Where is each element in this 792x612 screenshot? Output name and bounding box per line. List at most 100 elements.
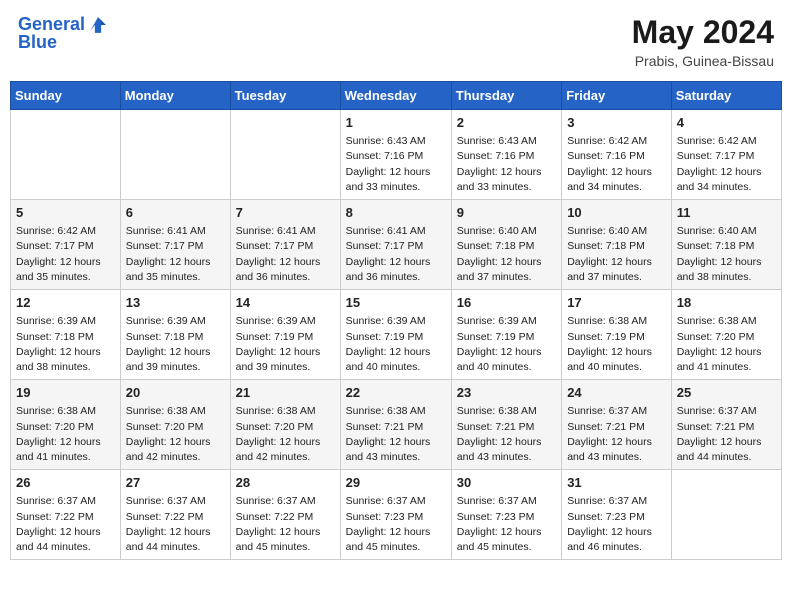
weekday-header: Tuesday: [230, 82, 340, 110]
day-info: Sunrise: 6:38 AM Sunset: 7:21 PM Dayligh…: [457, 404, 556, 465]
day-number: 15: [346, 294, 446, 312]
day-info: Sunrise: 6:37 AM Sunset: 7:21 PM Dayligh…: [567, 404, 666, 465]
calendar-week-row: 12 Sunrise: 6:39 AM Sunset: 7:18 PM Dayli…: [11, 290, 782, 380]
calendar-cell: 5 Sunrise: 6:42 AM Sunset: 7:17 PM Daylig…: [11, 200, 121, 290]
calendar-cell: 30 Sunrise: 6:37 AM Sunset: 7:23 PM Dayli…: [451, 470, 561, 560]
calendar-week-row: 5 Sunrise: 6:42 AM Sunset: 7:17 PM Daylig…: [11, 200, 782, 290]
day-number: 6: [126, 204, 225, 222]
day-info: Sunrise: 6:42 AM Sunset: 7:17 PM Dayligh…: [677, 134, 776, 195]
day-info: Sunrise: 6:38 AM Sunset: 7:19 PM Dayligh…: [567, 314, 666, 375]
month-year: May 2024: [632, 14, 774, 51]
day-number: 30: [457, 474, 556, 492]
day-number: 12: [16, 294, 115, 312]
calendar-cell: 28 Sunrise: 6:37 AM Sunset: 7:22 PM Dayli…: [230, 470, 340, 560]
day-number: 7: [236, 204, 335, 222]
day-info: Sunrise: 6:39 AM Sunset: 7:19 PM Dayligh…: [457, 314, 556, 375]
day-number: 26: [16, 474, 115, 492]
day-number: 8: [346, 204, 446, 222]
day-number: 16: [457, 294, 556, 312]
day-info: Sunrise: 6:40 AM Sunset: 7:18 PM Dayligh…: [567, 224, 666, 285]
calendar-cell: 1Sunrise: 6:43 AM Sunset: 7:16 PM Daylig…: [340, 110, 451, 200]
calendar-cell: 8 Sunrise: 6:41 AM Sunset: 7:17 PM Daylig…: [340, 200, 451, 290]
calendar-cell: 23Sunrise: 6:38 AM Sunset: 7:21 PM Dayli…: [451, 380, 561, 470]
day-number: 11: [677, 204, 776, 222]
calendar-cell: 18 Sunrise: 6:38 AM Sunset: 7:20 PM Dayli…: [671, 290, 781, 380]
calendar-week-row: 19 Sunrise: 6:38 AM Sunset: 7:20 PM Dayli…: [11, 380, 782, 470]
calendar-cell: 20Sunrise: 6:38 AM Sunset: 7:20 PM Dayli…: [120, 380, 230, 470]
calendar-cell: 13 Sunrise: 6:39 AM Sunset: 7:18 PM Dayli…: [120, 290, 230, 380]
calendar-cell: 6 Sunrise: 6:41 AM Sunset: 7:17 PM Daylig…: [120, 200, 230, 290]
day-info: Sunrise: 6:39 AM Sunset: 7:19 PM Dayligh…: [346, 314, 446, 375]
weekday-header: Saturday: [671, 82, 781, 110]
day-number: 18: [677, 294, 776, 312]
weekday-header: Sunday: [11, 82, 121, 110]
calendar-cell: 14 Sunrise: 6:39 AM Sunset: 7:19 PM Dayli…: [230, 290, 340, 380]
day-info: Sunrise: 6:41 AM Sunset: 7:17 PM Dayligh…: [346, 224, 446, 285]
day-info: Sunrise: 6:38 AM Sunset: 7:20 PM Dayligh…: [16, 404, 115, 465]
day-number: 5: [16, 204, 115, 222]
calendar-cell: 9 Sunrise: 6:40 AM Sunset: 7:18 PM Daylig…: [451, 200, 561, 290]
day-info: Sunrise: 6:42 AM Sunset: 7:17 PM Dayligh…: [16, 224, 115, 285]
calendar-cell: 7 Sunrise: 6:41 AM Sunset: 7:17 PM Daylig…: [230, 200, 340, 290]
calendar-cell: [230, 110, 340, 200]
day-info: Sunrise: 6:37 AM Sunset: 7:22 PM Dayligh…: [236, 494, 335, 555]
day-info: Sunrise: 6:37 AM Sunset: 7:23 PM Dayligh…: [457, 494, 556, 555]
calendar-cell: 10Sunrise: 6:40 AM Sunset: 7:18 PM Dayli…: [562, 200, 672, 290]
day-number: 13: [126, 294, 225, 312]
day-info: Sunrise: 6:37 AM Sunset: 7:22 PM Dayligh…: [16, 494, 115, 555]
calendar-cell: 11 Sunrise: 6:40 AM Sunset: 7:18 PM Dayli…: [671, 200, 781, 290]
day-info: Sunrise: 6:37 AM Sunset: 7:22 PM Dayligh…: [126, 494, 225, 555]
calendar-cell: 12 Sunrise: 6:39 AM Sunset: 7:18 PM Dayli…: [11, 290, 121, 380]
calendar-cell: 19 Sunrise: 6:38 AM Sunset: 7:20 PM Dayli…: [11, 380, 121, 470]
logo: General Blue: [18, 14, 109, 53]
day-number: 28: [236, 474, 335, 492]
calendar-cell: [120, 110, 230, 200]
day-number: 27: [126, 474, 225, 492]
day-info: Sunrise: 6:38 AM Sunset: 7:20 PM Dayligh…: [236, 404, 335, 465]
day-number: 9: [457, 204, 556, 222]
day-info: Sunrise: 6:37 AM Sunset: 7:23 PM Dayligh…: [567, 494, 666, 555]
day-info: Sunrise: 6:37 AM Sunset: 7:21 PM Dayligh…: [677, 404, 776, 465]
day-number: 24: [567, 384, 666, 402]
calendar-cell: 24 Sunrise: 6:37 AM Sunset: 7:21 PM Dayli…: [562, 380, 672, 470]
calendar-cell: 21Sunrise: 6:38 AM Sunset: 7:20 PM Dayli…: [230, 380, 340, 470]
day-info: Sunrise: 6:39 AM Sunset: 7:19 PM Dayligh…: [236, 314, 335, 375]
logo-icon: [87, 14, 109, 36]
day-number: 29: [346, 474, 446, 492]
title-block: May 2024 Prabis, Guinea-Bissau: [632, 14, 774, 69]
day-info: Sunrise: 6:40 AM Sunset: 7:18 PM Dayligh…: [457, 224, 556, 285]
day-info: Sunrise: 6:41 AM Sunset: 7:17 PM Dayligh…: [126, 224, 225, 285]
day-info: Sunrise: 6:39 AM Sunset: 7:18 PM Dayligh…: [16, 314, 115, 375]
calendar-cell: [671, 470, 781, 560]
calendar-cell: 26 Sunrise: 6:37 AM Sunset: 7:22 PM Dayli…: [11, 470, 121, 560]
day-number: 3: [567, 114, 666, 132]
calendar-cell: 3 Sunrise: 6:42 AM Sunset: 7:16 PM Daylig…: [562, 110, 672, 200]
day-info: Sunrise: 6:39 AM Sunset: 7:18 PM Dayligh…: [126, 314, 225, 375]
day-info: Sunrise: 6:42 AM Sunset: 7:16 PM Dayligh…: [567, 134, 666, 195]
calendar-cell: 22Sunrise: 6:38 AM Sunset: 7:21 PM Dayli…: [340, 380, 451, 470]
day-number: 19: [16, 384, 115, 402]
weekday-header: Monday: [120, 82, 230, 110]
calendar-cell: [11, 110, 121, 200]
day-number: 20: [126, 384, 225, 402]
day-info: Sunrise: 6:37 AM Sunset: 7:23 PM Dayligh…: [346, 494, 446, 555]
calendar-table: SundayMondayTuesdayWednesdayThursdayFrid…: [10, 81, 782, 560]
day-info: Sunrise: 6:41 AM Sunset: 7:17 PM Dayligh…: [236, 224, 335, 285]
page-header: General Blue May 2024 Prabis, Guinea-Bis…: [10, 10, 782, 73]
day-number: 2: [457, 114, 556, 132]
location: Prabis, Guinea-Bissau: [632, 53, 774, 69]
calendar-cell: 17 Sunrise: 6:38 AM Sunset: 7:19 PM Dayli…: [562, 290, 672, 380]
day-info: Sunrise: 6:43 AM Sunset: 7:16 PM Dayligh…: [457, 134, 556, 195]
calendar-cell: 4 Sunrise: 6:42 AM Sunset: 7:17 PM Daylig…: [671, 110, 781, 200]
day-info: Sunrise: 6:40 AM Sunset: 7:18 PM Dayligh…: [677, 224, 776, 285]
calendar-week-row: 1Sunrise: 6:43 AM Sunset: 7:16 PM Daylig…: [11, 110, 782, 200]
calendar-cell: 16 Sunrise: 6:39 AM Sunset: 7:19 PM Dayli…: [451, 290, 561, 380]
day-number: 17: [567, 294, 666, 312]
day-number: 4: [677, 114, 776, 132]
day-number: 25: [677, 384, 776, 402]
calendar-cell: 31 Sunrise: 6:37 AM Sunset: 7:23 PM Dayli…: [562, 470, 672, 560]
day-number: 31: [567, 474, 666, 492]
calendar-cell: 27 Sunrise: 6:37 AM Sunset: 7:22 PM Dayli…: [120, 470, 230, 560]
day-number: 14: [236, 294, 335, 312]
day-info: Sunrise: 6:38 AM Sunset: 7:20 PM Dayligh…: [677, 314, 776, 375]
